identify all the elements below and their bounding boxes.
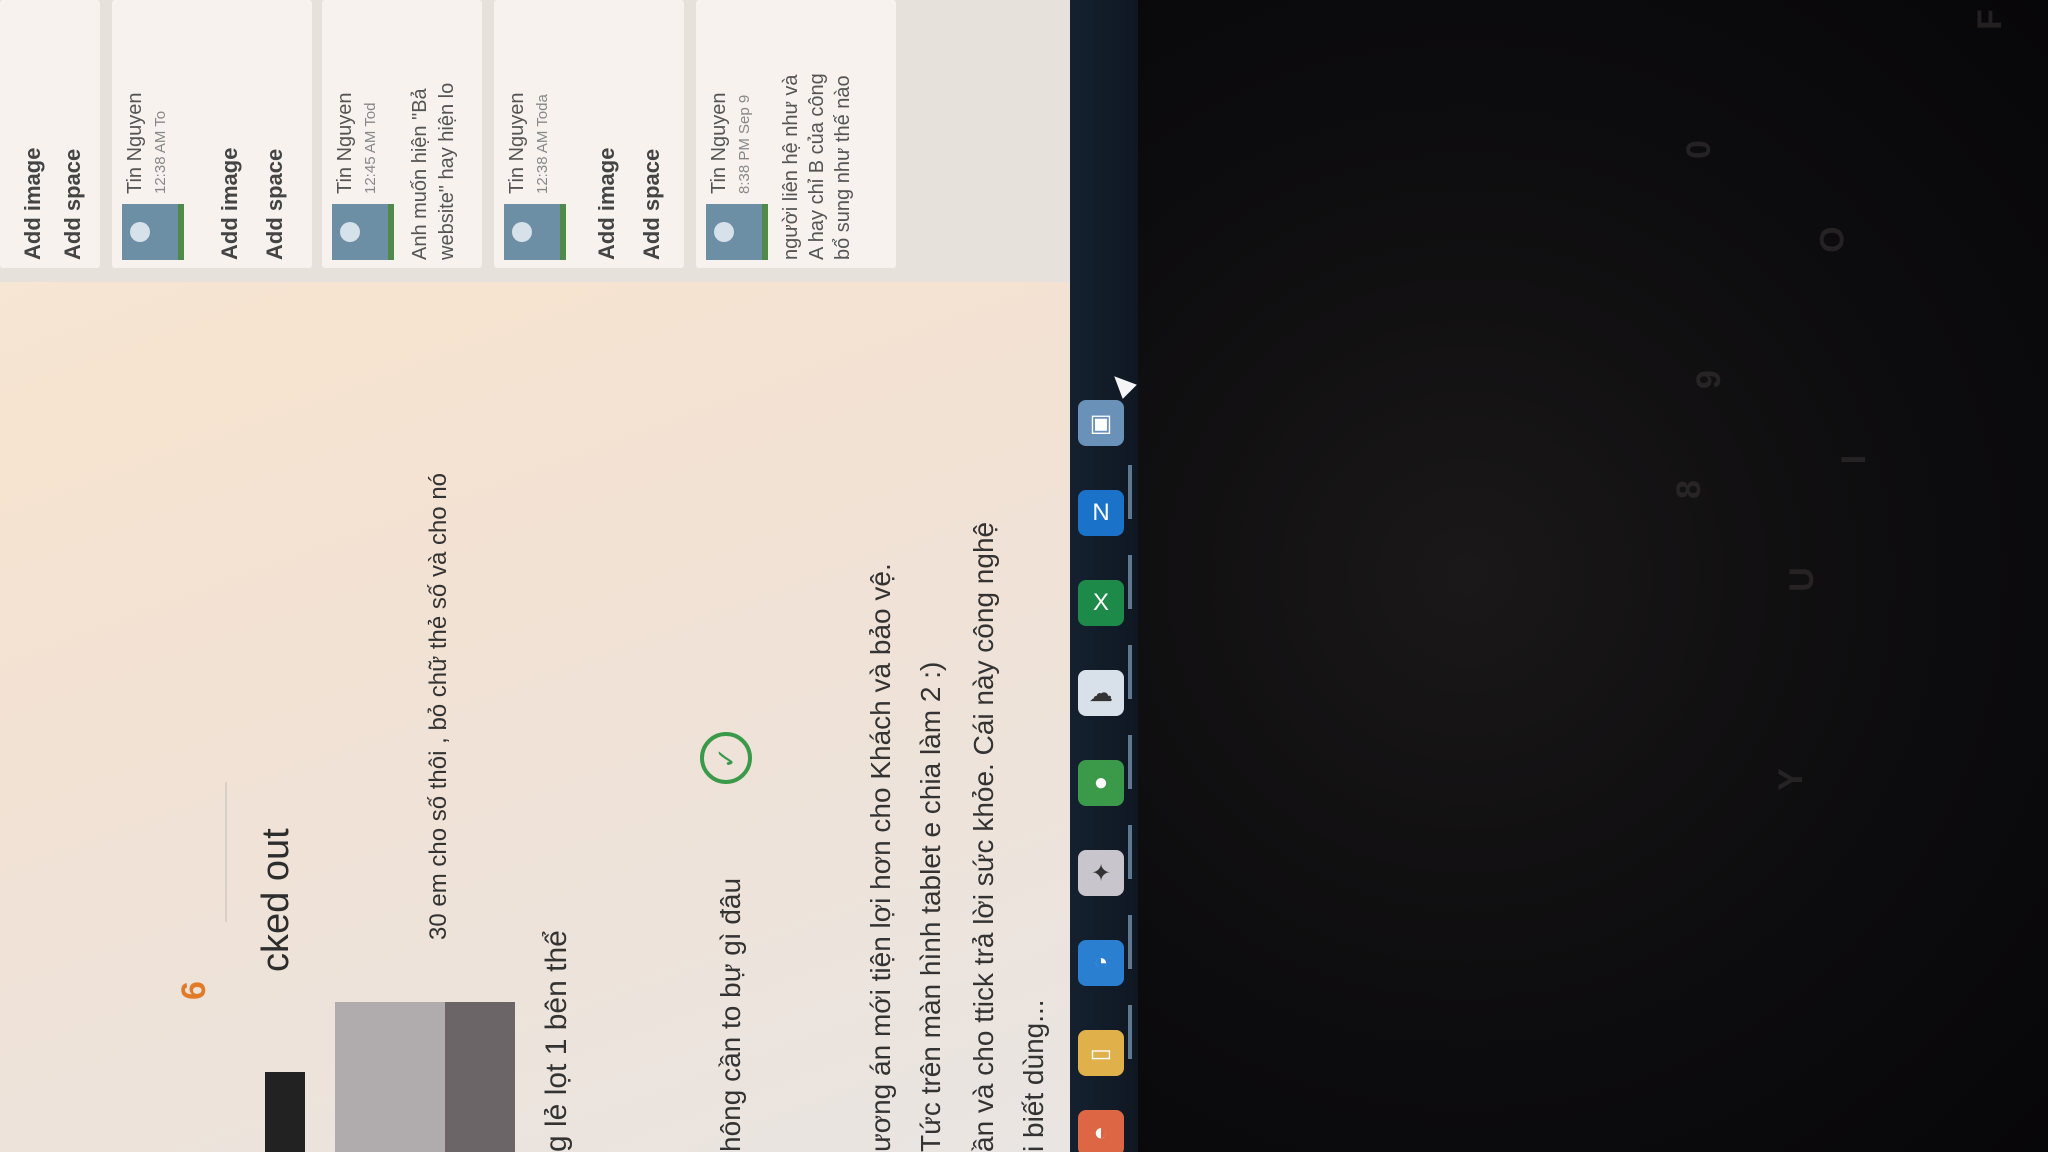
add-image-link[interactable]: Add image — [594, 148, 620, 260]
taskbar-indicator — [1128, 645, 1132, 699]
check-circle-icon[interactable]: ✓ — [700, 732, 752, 784]
page-title: cked out — [255, 828, 297, 972]
comment-time: 12:38 AM To — [152, 110, 169, 194]
comment-card: Add image Add space — [0, 0, 100, 268]
comment-text: người liên hệ như và — [780, 74, 802, 260]
taskbar-indicator — [1128, 465, 1132, 519]
comment-author: Tin Nguyen — [708, 92, 730, 194]
cat-app-icon[interactable]: ✦ — [1078, 850, 1124, 896]
comment-author: Tin Nguyen — [124, 92, 146, 194]
comment-time: 12:38 AM Toda — [534, 94, 551, 194]
text-line: 30 em cho số thôi , bỏ chữ thẻ số và cho… — [425, 472, 452, 940]
avatar — [706, 204, 768, 260]
screen: 6 cked out 30 em cho số thôi , bỏ chữ th… — [0, 0, 1070, 1152]
cloud-app-icon[interactable]: ☁ — [1078, 670, 1124, 716]
document-body: 6 cked out 30 em cho số thôi , bỏ chữ th… — [0, 292, 1070, 1152]
taskbar-indicator — [1128, 915, 1132, 969]
paragraph: ương án mới tiện lợi hơn cho Khách và bả… — [865, 563, 896, 1152]
key-9: 9 — [1689, 370, 1728, 389]
comment-text: Anh muốn hiện "Bả — [409, 88, 431, 260]
paragraph: ần và cho ttick trả lời sức khỏe. Cái nà… — [968, 521, 999, 1152]
badge-count: 6 — [175, 981, 213, 1000]
comment-time: 12:45 AM Tod — [362, 102, 379, 194]
dark-block — [265, 1072, 305, 1152]
popup-toolbar — [445, 1002, 515, 1152]
key-f: F — [1970, 9, 2009, 30]
add-image-link[interactable]: Add image — [217, 148, 243, 260]
avatar — [504, 204, 566, 260]
chrome-icon[interactable]: ◔ — [1078, 940, 1124, 986]
taskbar-indicator — [1128, 555, 1132, 609]
comment-author: Tin Nguyen — [506, 92, 528, 194]
avatar — [122, 204, 184, 260]
onenote-icon[interactable]: N — [1078, 490, 1124, 536]
taskbar-indicator — [1128, 735, 1132, 789]
divider — [225, 782, 227, 922]
paragraph: Tức trên màn hình tablet e chia làm 2 :) — [915, 661, 946, 1152]
taskbar: ◐ ▭ ◔ ✦ ● ☁ X N ▣ — [1068, 0, 1138, 1152]
add-space-link[interactable]: Add space — [639, 149, 665, 260]
comment-text: A hay chỉ B của công — [806, 73, 828, 260]
key-y: Y — [1771, 768, 1810, 791]
text-line: hông cần to bự gì đâu — [715, 877, 746, 1152]
key-0: 0 — [1679, 140, 1718, 159]
comment-text: bổ sung như thế nào — [832, 75, 854, 260]
popup-panel — [335, 1002, 445, 1152]
comment-author: Tin Nguyen — [334, 92, 356, 194]
folder-icon[interactable]: ▭ — [1078, 1030, 1124, 1076]
keyboard-area: Y U I O F 8 9 0 — [1080, 0, 2048, 1152]
comment-card: Tin Nguyen 8:38 PM Sep 9 người liên hệ n… — [696, 0, 896, 268]
key-8: 8 — [1669, 480, 1708, 499]
comment-card: Tin Nguyen 12:45 AM Tod Anh muốn hiện "B… — [322, 0, 482, 268]
photos-icon[interactable]: ▣ — [1078, 400, 1124, 446]
key-u: U — [1782, 567, 1821, 592]
comment-time: 8:38 PM Sep 9 — [736, 94, 753, 194]
comment-card: Tin Nguyen 12:38 AM To Add image Add spa… — [112, 0, 312, 268]
comment-card: Tin Nguyen 12:38 AM Toda Add image Add s… — [494, 0, 684, 268]
comments-panel: Add image Add space Tin Nguyen 12:38 AM … — [0, 0, 1070, 282]
paragraph: i biết dùng... — [1018, 999, 1049, 1152]
text-line: g lẻ lọt 1 bên thể — [540, 930, 573, 1152]
rotated-screen-content: 6 cked out 30 em cho số thôi , bỏ chữ th… — [0, 0, 1070, 1152]
key-o: O — [1813, 226, 1852, 253]
start-icon[interactable]: ◐ — [1078, 1110, 1124, 1152]
add-image-link[interactable]: Add image — [20, 148, 46, 260]
key-i: I — [1835, 454, 1874, 465]
add-space-link[interactable]: Add space — [60, 149, 86, 260]
add-space-link[interactable]: Add space — [262, 149, 288, 260]
maps-icon[interactable]: ● — [1078, 760, 1124, 806]
avatar — [332, 204, 394, 260]
taskbar-indicator — [1128, 825, 1132, 879]
taskbar-indicator — [1128, 1005, 1132, 1059]
photo-scene: Y U I O F 8 9 0 ◐ ▭ ◔ ✦ ● ☁ X N ▣ 6 cked… — [0, 0, 2048, 1152]
excel-icon[interactable]: X — [1078, 580, 1124, 626]
comment-text: website" hay hiện lo — [436, 82, 458, 260]
